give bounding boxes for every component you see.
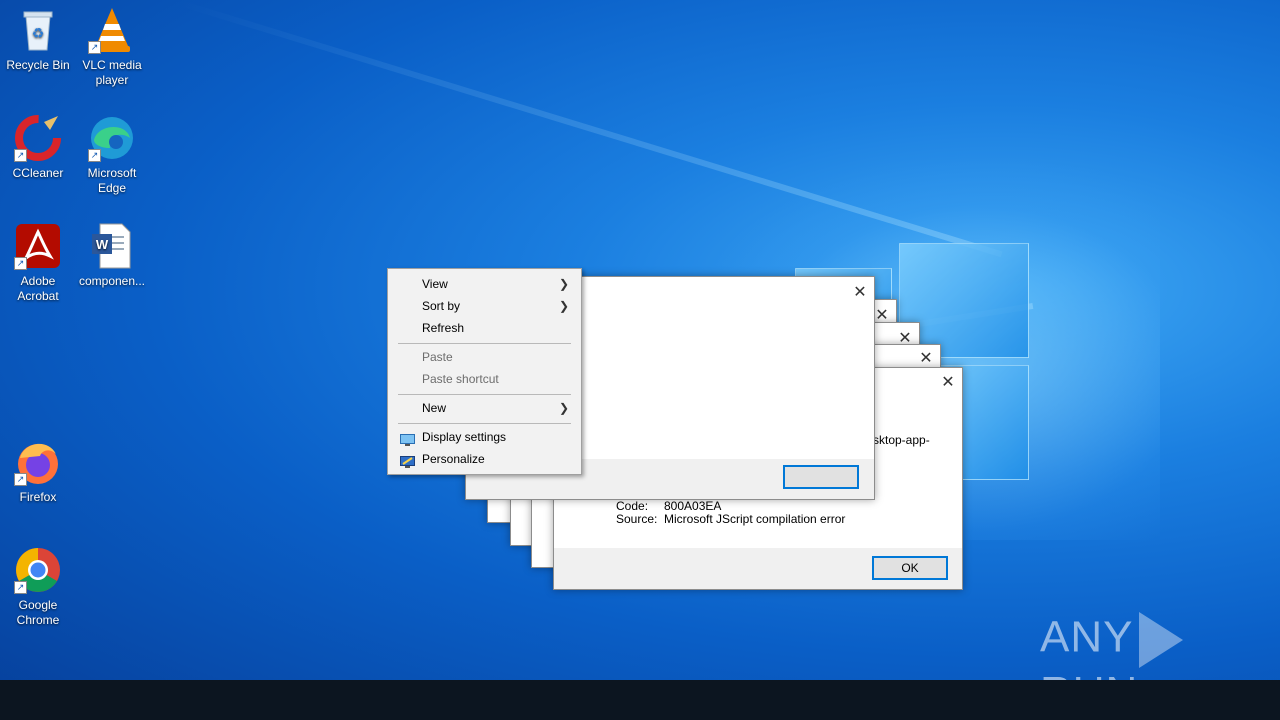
chevron-right-icon: ❯ (558, 277, 569, 291)
dialog-button[interactable] (783, 465, 859, 489)
close-icon[interactable]: ✕ (940, 374, 956, 390)
shortcut-arrow-icon: ↗ (14, 473, 27, 486)
error-code-value: 800A03EA (664, 499, 722, 513)
play-logo-icon (1139, 612, 1184, 668)
desktop-icon-label: Adobe Acrobat (17, 274, 59, 303)
menu-item-label: View (422, 277, 448, 291)
desktop-icon-label: Google Chrome (16, 598, 60, 627)
shortcut-arrow-icon: ↗ (88, 149, 101, 162)
close-icon[interactable]: ✕ (918, 350, 934, 366)
personalize-icon (400, 453, 415, 468)
chevron-right-icon: ❯ (558, 401, 569, 415)
desktop-icon-firefox[interactable]: ↗ Firefox (0, 438, 76, 505)
desktop-icon-edge[interactable]: ↗ Microsoft Edge (74, 114, 150, 196)
vlc-icon: ↗ (88, 6, 136, 54)
close-icon[interactable]: ✕ (874, 307, 890, 323)
menu-item-view[interactable]: View ❯ (390, 273, 579, 295)
desktop-icon-acrobat[interactable]: ↗ Adobe Acrobat (0, 222, 76, 304)
menu-separator (398, 394, 571, 395)
display-settings-icon (400, 431, 415, 446)
desktop-icon-ccleaner[interactable]: ↗ CCleaner (0, 114, 76, 181)
desktop-icon-label: Firefox (19, 490, 57, 504)
desktop-icon-chrome[interactable]: ↗ Google Chrome (0, 546, 76, 628)
ok-button[interactable]: OK (872, 556, 948, 580)
watermark-left-text: ANY (1040, 612, 1134, 662)
firefox-icon: ↗ (14, 438, 62, 486)
menu-item-personalize[interactable]: Personalize (390, 448, 579, 470)
taskbar[interactable] (0, 680, 1280, 720)
menu-item-label: Display settings (422, 430, 507, 444)
error-code-label: Code: (616, 499, 649, 513)
chevron-right-icon: ❯ (558, 299, 569, 313)
menu-item-label: Sort by (422, 299, 461, 313)
acrobat-icon: ↗ (14, 222, 62, 270)
desktop-icon-label: CCleaner (12, 166, 64, 180)
close-icon[interactable]: ✕ (852, 284, 868, 300)
desktop-icon-label: VLC media player (82, 58, 142, 87)
desktop-icon-label: componen... (78, 274, 146, 288)
menu-item-refresh[interactable]: Refresh (390, 317, 579, 339)
shortcut-arrow-icon: ↗ (14, 149, 27, 162)
shortcut-arrow-icon: ↗ (14, 257, 27, 270)
menu-item-paste[interactable]: Paste (390, 346, 579, 368)
word-document-icon: W (88, 222, 136, 270)
menu-item-display-settings[interactable]: Display settings (390, 426, 579, 448)
error-message-partial: sktop-app- (873, 433, 930, 447)
shortcut-arrow-icon: ↗ (14, 581, 27, 594)
menu-item-label: Paste shortcut (422, 372, 499, 386)
error-source-value: Microsoft JScript compilation error (664, 512, 846, 526)
menu-separator (398, 343, 571, 344)
desktop-icon-recycle-bin[interactable]: ♻ Recycle Bin (0, 6, 76, 73)
light-beam (178, 0, 1003, 258)
desktop-icon-word-document[interactable]: W componen... (74, 222, 150, 289)
menu-separator (398, 423, 571, 424)
shortcut-arrow-icon: ↗ (88, 41, 101, 54)
chrome-icon: ↗ (14, 546, 62, 594)
menu-item-sort-by[interactable]: Sort by ❯ (390, 295, 579, 317)
svg-text:W: W (96, 237, 109, 252)
error-source-label: Source: (616, 512, 658, 526)
desktop-icon-label: Microsoft Edge (87, 166, 137, 195)
svg-text:♻: ♻ (32, 25, 45, 41)
menu-item-label: Personalize (422, 452, 485, 466)
recycle-bin-icon: ♻ (14, 6, 62, 54)
ccleaner-icon: ↗ (14, 114, 62, 162)
desktop-icon-vlc[interactable]: ↗ VLC media player (74, 6, 150, 88)
menu-item-new[interactable]: New ❯ (390, 397, 579, 419)
edge-icon: ↗ (88, 114, 136, 162)
menu-item-paste-shortcut[interactable]: Paste shortcut (390, 368, 579, 390)
menu-item-label: New (422, 401, 447, 415)
menu-item-label: Refresh (422, 321, 465, 335)
desktop-icon-label: Recycle Bin (6, 58, 70, 72)
menu-item-label: Paste (422, 350, 453, 364)
desktop-context-menu: View ❯ Sort by ❯ Refresh Paste Paste sho… (387, 268, 582, 475)
